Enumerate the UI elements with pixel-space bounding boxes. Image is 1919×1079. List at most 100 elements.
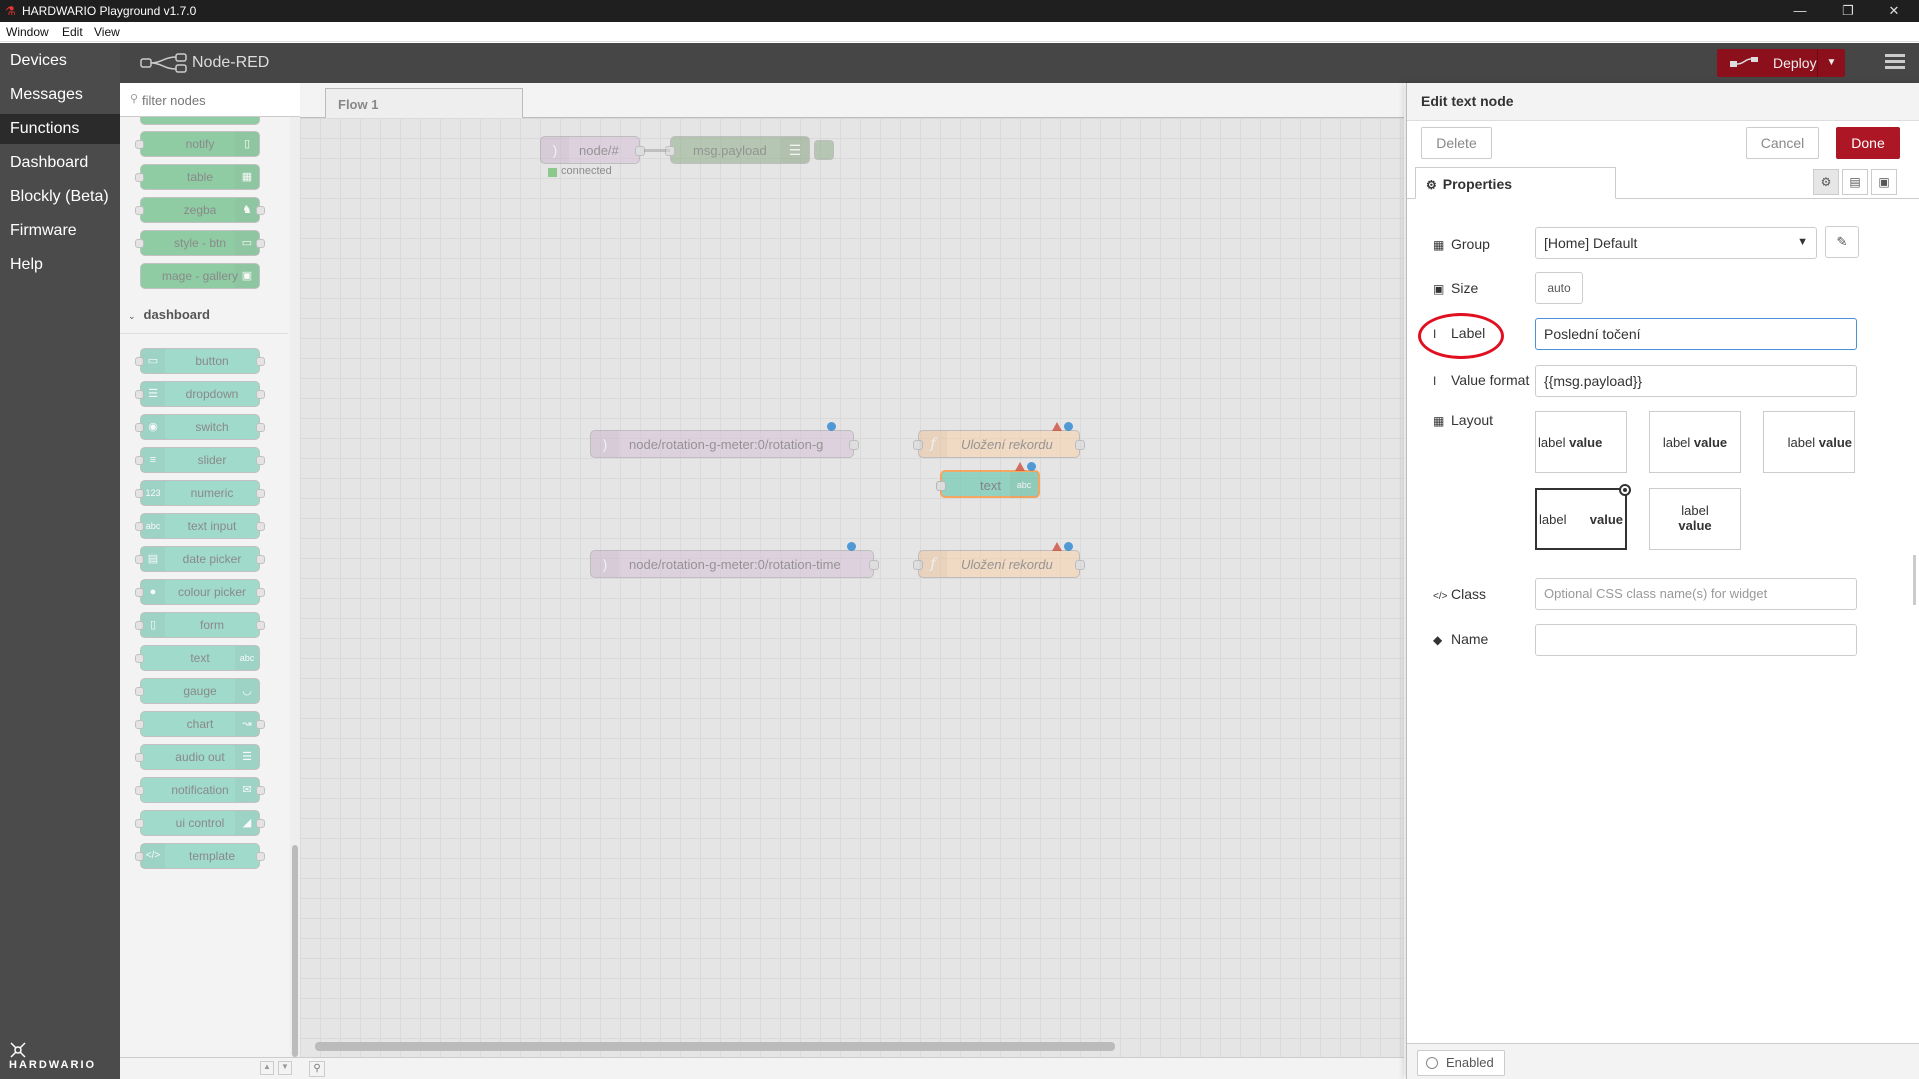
close-icon[interactable]: ✕	[1874, 0, 1914, 22]
menu-edit[interactable]: Edit	[62, 25, 83, 39]
tab-properties[interactable]: ⚙ Properties	[1415, 167, 1616, 199]
function-icon: f	[919, 431, 947, 457]
menu-window[interactable]: Window	[6, 25, 49, 39]
palette-node-form[interactable]: ▯ form	[135, 612, 265, 638]
nav-devices[interactable]: Devices	[0, 46, 120, 76]
table-icon: ▦	[235, 165, 259, 189]
search-icon[interactable]: ⚲	[309, 1061, 325, 1077]
settings-gear-icon[interactable]: ⚙	[1813, 169, 1839, 195]
flow-node-label: msg.payload	[693, 143, 767, 158]
nav-messages[interactable]: Messages	[0, 80, 120, 110]
tray-title: Edit text node	[1421, 93, 1514, 109]
flow-node-rotation-g[interactable]: ) node/rotation-g-meter:0/rotation-g	[590, 430, 859, 458]
flow-node-function-1[interactable]: f Uložení rekordu	[913, 430, 1085, 458]
palette-node-notify[interactable]: notify ▯	[135, 131, 260, 157]
appearance-icon[interactable]: ▣	[1871, 169, 1897, 195]
layout-option-4-selected[interactable]: label value	[1535, 484, 1631, 550]
palette-node-numeric[interactable]: 123 numeric	[135, 480, 265, 506]
function-icon: f	[919, 551, 947, 577]
maximize-icon[interactable]: ❐	[1828, 0, 1868, 22]
nodered-logo-icon	[140, 53, 187, 73]
palette-node-style-btn[interactable]: style - btn ▭	[135, 230, 265, 256]
selected-radio-icon	[1619, 484, 1631, 496]
palette-node-button[interactable]: ▭ button	[135, 348, 265, 374]
size-button[interactable]: auto	[1535, 272, 1583, 304]
gear-icon: ⚙	[1426, 178, 1437, 192]
debug-toggle-button[interactable]	[814, 140, 834, 160]
palette-node-colour-picker[interactable]: ● colour picker	[135, 579, 265, 605]
palette-node-gauge[interactable]: gauge ◡	[135, 678, 260, 704]
deploy-button[interactable]: Deploy ▼	[1717, 49, 1845, 77]
done-button[interactable]: Done	[1836, 127, 1900, 159]
brand-name: HARDWARIO	[9, 1059, 97, 1071]
palette-node-dropdown[interactable]: ☰ dropdown	[135, 381, 265, 407]
palette-node-date-picker[interactable]: ▤ date picker	[135, 546, 265, 572]
description-doc-icon[interactable]: ▤	[1842, 169, 1868, 195]
deploy-dropdown-icon[interactable]: ▼	[1817, 49, 1845, 77]
palette-node-chart[interactable]: chart ↝	[135, 711, 265, 737]
palette-filter-input[interactable]	[142, 90, 292, 110]
layout-label-text: label	[1681, 503, 1709, 518]
flow-tabs: Flow 1	[300, 83, 1404, 118]
layout-option-2[interactable]: label value	[1649, 411, 1741, 473]
nav-help[interactable]: Help	[0, 250, 120, 280]
palette-node-image-gallery[interactable]: mage - gallery ▣	[140, 263, 260, 289]
palette-node-label: dropdown	[185, 387, 239, 401]
menu-view[interactable]: View	[94, 25, 120, 39]
flow-node-rotation-time[interactable]: ) node/rotation-g-meter:0/rotation-time	[590, 550, 879, 578]
layout-option-1[interactable]: label value	[1535, 411, 1627, 473]
delete-button[interactable]: Delete	[1421, 127, 1492, 159]
flow-canvas[interactable]: ) node/# connected msg.payload ☰ ) node/…	[300, 118, 1404, 1057]
flow-node-text-selected[interactable]: text abc	[936, 470, 1040, 498]
edit-group-pencil-icon[interactable]: ✎	[1825, 226, 1859, 258]
palette-node-switch[interactable]: ◉ switch	[135, 414, 265, 440]
palette-node-audio-out[interactable]: audio out ☰	[135, 744, 260, 770]
name-input[interactable]	[1535, 624, 1857, 656]
value-format-label-row: I Value format	[1433, 372, 1529, 388]
tray-scrollbar[interactable]	[1913, 555, 1916, 605]
flow-node-label: text	[980, 478, 1001, 493]
nav-dashboard[interactable]: Dashboard	[0, 148, 120, 178]
palette-node-label: slider	[197, 453, 227, 467]
nav-functions[interactable]: Functions	[0, 114, 120, 144]
palette-node-ui-control[interactable]: ui control ◢	[135, 810, 265, 836]
cancel-button[interactable]: Cancel	[1746, 127, 1819, 159]
flow-node-mqtt-in[interactable]: ) node/#	[540, 136, 645, 164]
flow-node-debug[interactable]: msg.payload ☰	[665, 136, 810, 164]
hardwario-icon	[10, 1042, 26, 1058]
flow-node-status: connected	[561, 165, 612, 177]
palette-node-slider[interactable]: ≡ slider	[135, 447, 265, 473]
value-format-input[interactable]: {{msg.payload}}	[1535, 365, 1857, 397]
palette-node-text-input[interactable]: abc text input	[135, 513, 265, 539]
group-select[interactable]: [Home] Default ▼	[1535, 227, 1817, 259]
palette-node[interactable]	[140, 117, 260, 125]
class-input[interactable]: Optional CSS class name(s) for widget	[1535, 578, 1857, 610]
minimize-icon[interactable]: —	[1780, 0, 1820, 22]
layout-option-3[interactable]: label value	[1763, 411, 1855, 473]
tab-flow-1[interactable]: Flow 1	[325, 88, 523, 118]
palette-node-table[interactable]: table ▦	[135, 164, 260, 190]
text-cursor-icon: I	[1433, 374, 1437, 388]
label-input[interactable]: Poslední točení	[1535, 318, 1857, 350]
collapse-up-icon[interactable]: ▲	[260, 1061, 274, 1075]
palette-node-label: date picker	[182, 552, 242, 566]
enabled-toggle[interactable]: Enabled	[1417, 1050, 1505, 1076]
palette-node-text[interactable]: text abc	[135, 645, 260, 671]
nav-firmware[interactable]: Firmware	[0, 216, 120, 246]
layout-option-5[interactable]: label value	[1649, 488, 1741, 550]
hamburger-menu-icon[interactable]	[1883, 51, 1907, 75]
canvas-horizontal-scrollbar[interactable]	[315, 1042, 1115, 1051]
layout-value-text: value	[1678, 518, 1712, 533]
palette-node-zegba[interactable]: zegba ♞	[135, 197, 265, 223]
class-label-row: </> Class	[1433, 586, 1486, 602]
palette-scrollbar[interactable]	[290, 117, 300, 1057]
palette-node-notification[interactable]: notification ✉	[135, 777, 265, 803]
collapse-down-icon[interactable]: ▼	[278, 1061, 292, 1075]
flow-node-function-2[interactable]: f Uložení rekordu	[913, 550, 1085, 578]
palette-node-template[interactable]: </> template	[135, 843, 265, 869]
tray-tabs: ⚙ Properties ⚙ ▤ ▣	[1407, 163, 1919, 199]
enabled-label: Enabled	[1446, 1055, 1494, 1070]
palette-node-label: template	[188, 849, 236, 863]
nav-blockly[interactable]: Blockly (Beta)	[0, 182, 120, 212]
palette-category-dashboard[interactable]: ⌄ dashboard	[128, 307, 210, 322]
